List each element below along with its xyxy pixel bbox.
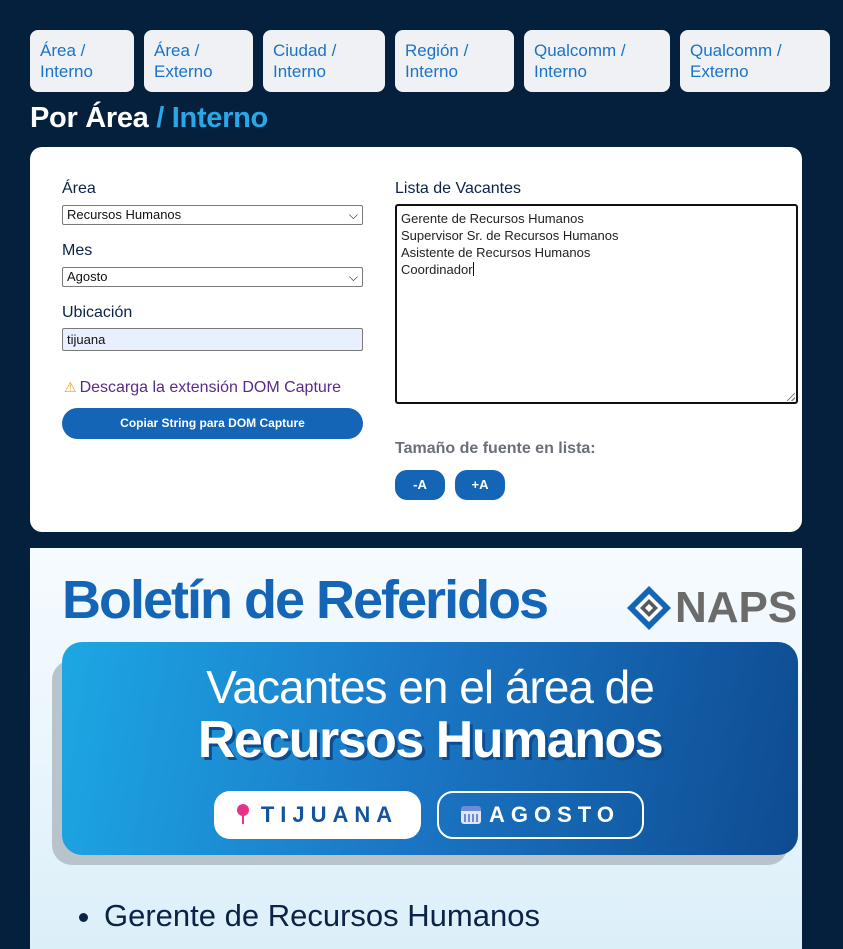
area-label: Área: [62, 180, 96, 197]
tab-label-line1: Área /: [40, 41, 86, 60]
tab-area-externo[interactable]: Área / Externo: [144, 30, 253, 92]
location-pin-icon: [236, 804, 249, 826]
banner-heading: Vacantes en el área de: [206, 661, 655, 713]
tab-label-line2: Interno: [273, 62, 326, 81]
page-title-main: Por Área: [30, 102, 149, 134]
bulletin-vacancy-list: Gerente de Recursos Humanos: [76, 896, 540, 936]
ubicacion-label: Ubicación: [62, 304, 133, 321]
area-select-value: Recursos Humanos: [67, 207, 182, 222]
tab-label-line2: Interno: [405, 62, 458, 81]
mes-label: Mes: [62, 242, 93, 259]
vacancy-list-line: Coordinador: [401, 262, 473, 277]
naps-logo-icon: [627, 586, 671, 630]
tab-ciudad-interno[interactable]: Ciudad / Interno: [263, 30, 385, 92]
tab-label-line2: Externo: [154, 62, 213, 81]
dom-capture-link[interactable]: ⚠ Descarga la extensión DOM Capture: [64, 379, 341, 397]
mes-select[interactable]: Agosto ⌵: [62, 267, 363, 287]
location-text: TIJUANA: [260, 802, 399, 827]
page-title: Por Área / Interno: [30, 102, 268, 135]
tab-label-line2: Externo: [690, 62, 749, 81]
font-size-label: Tamaño de fuente en lista:: [395, 440, 596, 457]
area-select[interactable]: Recursos Humanos ⌵: [62, 205, 363, 225]
chevron-down-icon: ⌵: [348, 270, 358, 284]
tab-label-line1: Qualcomm /: [534, 41, 626, 60]
bulletin-title: Boletín de Referidos: [62, 570, 549, 630]
tab-label-line1: Área /: [154, 41, 200, 60]
resize-handle-icon[interactable]: [787, 393, 795, 401]
tab-qualcomm-externo[interactable]: Qualcomm / Externo: [680, 30, 830, 92]
report-type-tabs: Área / Interno Área / Externo Ciudad / I…: [30, 30, 830, 92]
vacancy-list-label: Lista de Vacantes: [395, 180, 522, 197]
tab-label-line1: Región /: [405, 41, 469, 60]
warning-icon: ⚠: [64, 379, 77, 395]
tab-label-line2: Interno: [40, 62, 93, 81]
tab-qualcomm-interno[interactable]: Qualcomm / Interno: [524, 30, 670, 92]
list-item: Gerente de Recursos Humanos: [104, 896, 540, 936]
page-title-sub: / Interno: [148, 102, 268, 134]
naps-logo-text: NAPS: [675, 583, 798, 632]
ubicacion-input[interactable]: tijuana: [62, 328, 363, 351]
month-text: AGOSTO: [489, 802, 620, 827]
banner-area-name: Recursos Humanos: [197, 711, 664, 769]
copy-string-button[interactable]: Copiar String para DOM Capture: [62, 408, 363, 439]
tab-label-line1: Qualcomm /: [690, 41, 782, 60]
decrease-font-button[interactable]: -A: [395, 470, 445, 500]
vacancy-list-textarea[interactable]: Gerente de Recursos Humanos Supervisor S…: [395, 204, 798, 404]
dom-capture-link-text: Descarga la extensión DOM Capture: [79, 379, 342, 396]
bulletin-banner: Vacantes en el área de Recursos Humanos …: [62, 642, 798, 855]
chevron-down-icon: ⌵: [348, 208, 358, 222]
naps-logo: NAPS: [625, 584, 797, 632]
form-card: Área Recursos Humanos ⌵ Mes Agosto ⌵ Ubi…: [30, 147, 802, 532]
text-caret: [472, 262, 474, 276]
tab-area-interno[interactable]: Área / Interno: [30, 30, 134, 92]
location-badge: TIJUANA: [214, 791, 421, 839]
vacancy-list-line: Asistente de Recursos Humanos: [401, 245, 591, 260]
mes-select-value: Agosto: [67, 269, 108, 284]
ubicacion-value: tijuana: [67, 332, 106, 347]
tab-label-line1: Ciudad /: [273, 41, 337, 60]
month-badge: AGOSTO: [437, 791, 644, 839]
increase-font-button[interactable]: +A: [455, 470, 505, 500]
vacancy-list-line: Supervisor Sr. de Recursos Humanos: [401, 228, 619, 243]
tab-label-line2: Interno: [534, 62, 587, 81]
tab-region-interno[interactable]: Región / Interno: [395, 30, 514, 92]
bulletin-preview: Boletín de Referidos NAPS Vacantes en el…: [30, 548, 802, 949]
calendar-icon: [461, 806, 482, 824]
vacancy-list-line: Gerente de Recursos Humanos: [401, 211, 584, 226]
